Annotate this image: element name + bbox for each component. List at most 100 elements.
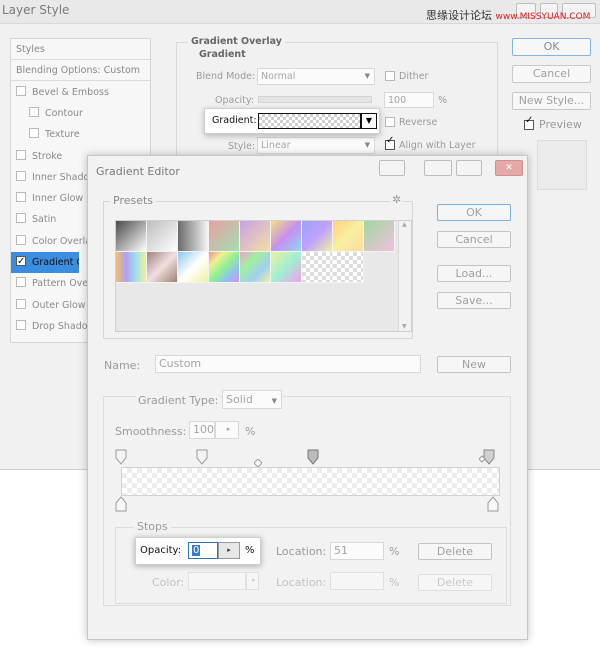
style-checkbox[interactable] xyxy=(16,170,26,181)
close-button[interactable]: ✕ xyxy=(495,160,523,176)
stop-opacity-label: Opacity: xyxy=(140,545,182,556)
gradient-type-label: Gradient Type: xyxy=(136,394,221,407)
stop-opacity-unit: % xyxy=(245,545,255,556)
styles-item-label: Contour xyxy=(45,107,83,119)
save-button[interactable]: Save... xyxy=(437,292,511,309)
opacity-stop-selected[interactable] xyxy=(307,449,319,465)
preview-checkbox[interactable] xyxy=(524,115,534,130)
dither-checkbox[interactable] xyxy=(385,71,395,81)
preset-swatch[interactable] xyxy=(147,252,178,283)
opacity-slider[interactable] xyxy=(258,96,372,103)
style-checkbox[interactable] xyxy=(16,149,26,160)
presets-scrollbar[interactable]: ▲ ▼ xyxy=(398,221,411,331)
preset-swatch[interactable] xyxy=(209,221,240,252)
color-location-input[interactable] xyxy=(330,572,384,590)
reverse-checkbox[interactable] xyxy=(385,117,395,127)
chevron-down-icon: ▼ xyxy=(365,116,373,125)
preset-swatch[interactable] xyxy=(333,252,364,283)
midpoint-diamond[interactable] xyxy=(254,459,262,467)
preset-swatch[interactable] xyxy=(364,221,395,252)
smoothness-unit: % xyxy=(245,425,256,438)
style-checkbox[interactable] xyxy=(16,192,26,203)
ok-button[interactable]: OK xyxy=(512,38,591,56)
styles-item-bevel-emboss[interactable]: Bevel & Emboss xyxy=(11,82,150,103)
name-input[interactable]: Custom xyxy=(155,355,421,373)
smoothness-input[interactable]: 100 xyxy=(189,421,215,439)
color-delete-button[interactable]: Delete xyxy=(418,574,492,591)
gradient-dropdown-button[interactable]: ▼ xyxy=(361,113,377,129)
preset-swatch[interactable] xyxy=(116,221,147,252)
styles-item-gradient-overlay[interactable]: Gradient Overlay xyxy=(11,252,79,273)
presets-group: Presets ✲ ▲ ▼ xyxy=(103,193,413,339)
gear-icon[interactable]: ✲ xyxy=(390,193,404,206)
color-swatch[interactable] xyxy=(188,572,246,590)
gradient-swatch[interactable] xyxy=(258,113,361,129)
maximize-button[interactable] xyxy=(456,160,482,176)
preset-swatch[interactable] xyxy=(271,252,302,283)
opacity-location-unit: % xyxy=(389,545,400,558)
ok-button[interactable]: OK xyxy=(437,204,511,221)
style-checkbox[interactable] xyxy=(16,213,26,224)
align-with-layer-checkbox[interactable] xyxy=(385,135,395,150)
preset-swatch[interactable] xyxy=(271,221,302,252)
styles-item-label: Inner Glow xyxy=(32,193,84,205)
smoothness-spin-button[interactable]: ▸ xyxy=(215,421,239,439)
preset-swatch[interactable] xyxy=(116,252,147,283)
opacity-delete-button[interactable]: Delete xyxy=(418,543,492,560)
stop-opacity-input[interactable]: 0 xyxy=(188,542,218,559)
preset-swatch[interactable] xyxy=(302,221,333,252)
style-checkbox[interactable] xyxy=(16,252,26,272)
opacity-location-input[interactable]: 51 xyxy=(330,542,384,560)
minimize-button[interactable] xyxy=(424,160,452,176)
styles-item-styles[interactable]: Styles xyxy=(11,39,150,60)
gradient-preview-bar[interactable] xyxy=(121,467,500,496)
styles-item-texture[interactable]: Texture xyxy=(11,124,150,145)
scroll-down-icon: ▼ xyxy=(402,323,407,330)
gradient-editor-window: Gradient Editor ✕ Presets ✲ ▲ ▼ OK Cance… xyxy=(87,155,528,640)
preset-swatch[interactable] xyxy=(209,252,240,283)
preset-swatch[interactable] xyxy=(302,252,333,283)
color-menu-button[interactable]: ▸ xyxy=(246,572,259,590)
style-checkbox[interactable] xyxy=(16,277,26,288)
chevron-right-icon: ▸ xyxy=(252,576,256,584)
blend-mode-select[interactable]: Normal ▼ xyxy=(257,68,375,85)
new-style-button[interactable]: New Style... xyxy=(512,92,591,110)
style-checkbox[interactable] xyxy=(29,128,39,139)
style-select[interactable]: Linear ▼ xyxy=(257,137,375,154)
style-checkbox[interactable] xyxy=(29,106,39,117)
smoothness-label: Smoothness: xyxy=(115,425,187,438)
preset-swatch[interactable] xyxy=(178,252,209,283)
chevron-down-icon: ▼ xyxy=(364,141,370,149)
gradient-type-select[interactable]: Solid ▼ xyxy=(222,390,282,409)
gradient-overlay-title: Gradient Overlay xyxy=(188,36,285,47)
dither-label: Dither xyxy=(399,71,429,82)
stop-opacity-spin-button[interactable]: ▸ xyxy=(218,542,240,559)
opacity-stop-end[interactable] xyxy=(479,449,495,465)
styles-item-label: Outer Glow xyxy=(32,299,86,311)
opacity-stop-0[interactable] xyxy=(115,449,127,465)
stops-label: Stops xyxy=(134,520,171,533)
preset-swatch[interactable] xyxy=(147,221,178,252)
color-stop-start[interactable] xyxy=(115,496,127,512)
opacity-stop-1[interactable] xyxy=(196,449,208,465)
style-checkbox[interactable] xyxy=(16,85,26,96)
preset-swatch[interactable] xyxy=(178,221,209,252)
style-checkbox[interactable] xyxy=(16,298,26,309)
style-checkbox[interactable] xyxy=(16,234,26,245)
styles-item-contour[interactable]: Contour xyxy=(11,103,150,124)
styles-item-blending-options-custom[interactable]: Blending Options: Custom xyxy=(11,60,150,82)
load-button[interactable]: Load... xyxy=(437,265,511,282)
window-icon-button[interactable] xyxy=(379,160,405,176)
preset-swatch[interactable] xyxy=(240,221,271,252)
preset-swatch[interactable] xyxy=(333,221,364,252)
cancel-button[interactable]: Cancel xyxy=(512,65,591,83)
styles-item-label: Texture xyxy=(45,129,80,141)
style-checkbox[interactable] xyxy=(16,319,26,330)
color-location-label: Location: xyxy=(276,576,327,589)
opacity-input[interactable]: 100 xyxy=(384,92,434,108)
preset-swatch[interactable] xyxy=(240,252,271,283)
new-button[interactable]: New xyxy=(437,356,511,373)
styles-item-label: Gradient Overlay xyxy=(32,257,79,268)
cancel-button[interactable]: Cancel xyxy=(437,231,511,248)
color-stop-end[interactable] xyxy=(487,496,499,512)
